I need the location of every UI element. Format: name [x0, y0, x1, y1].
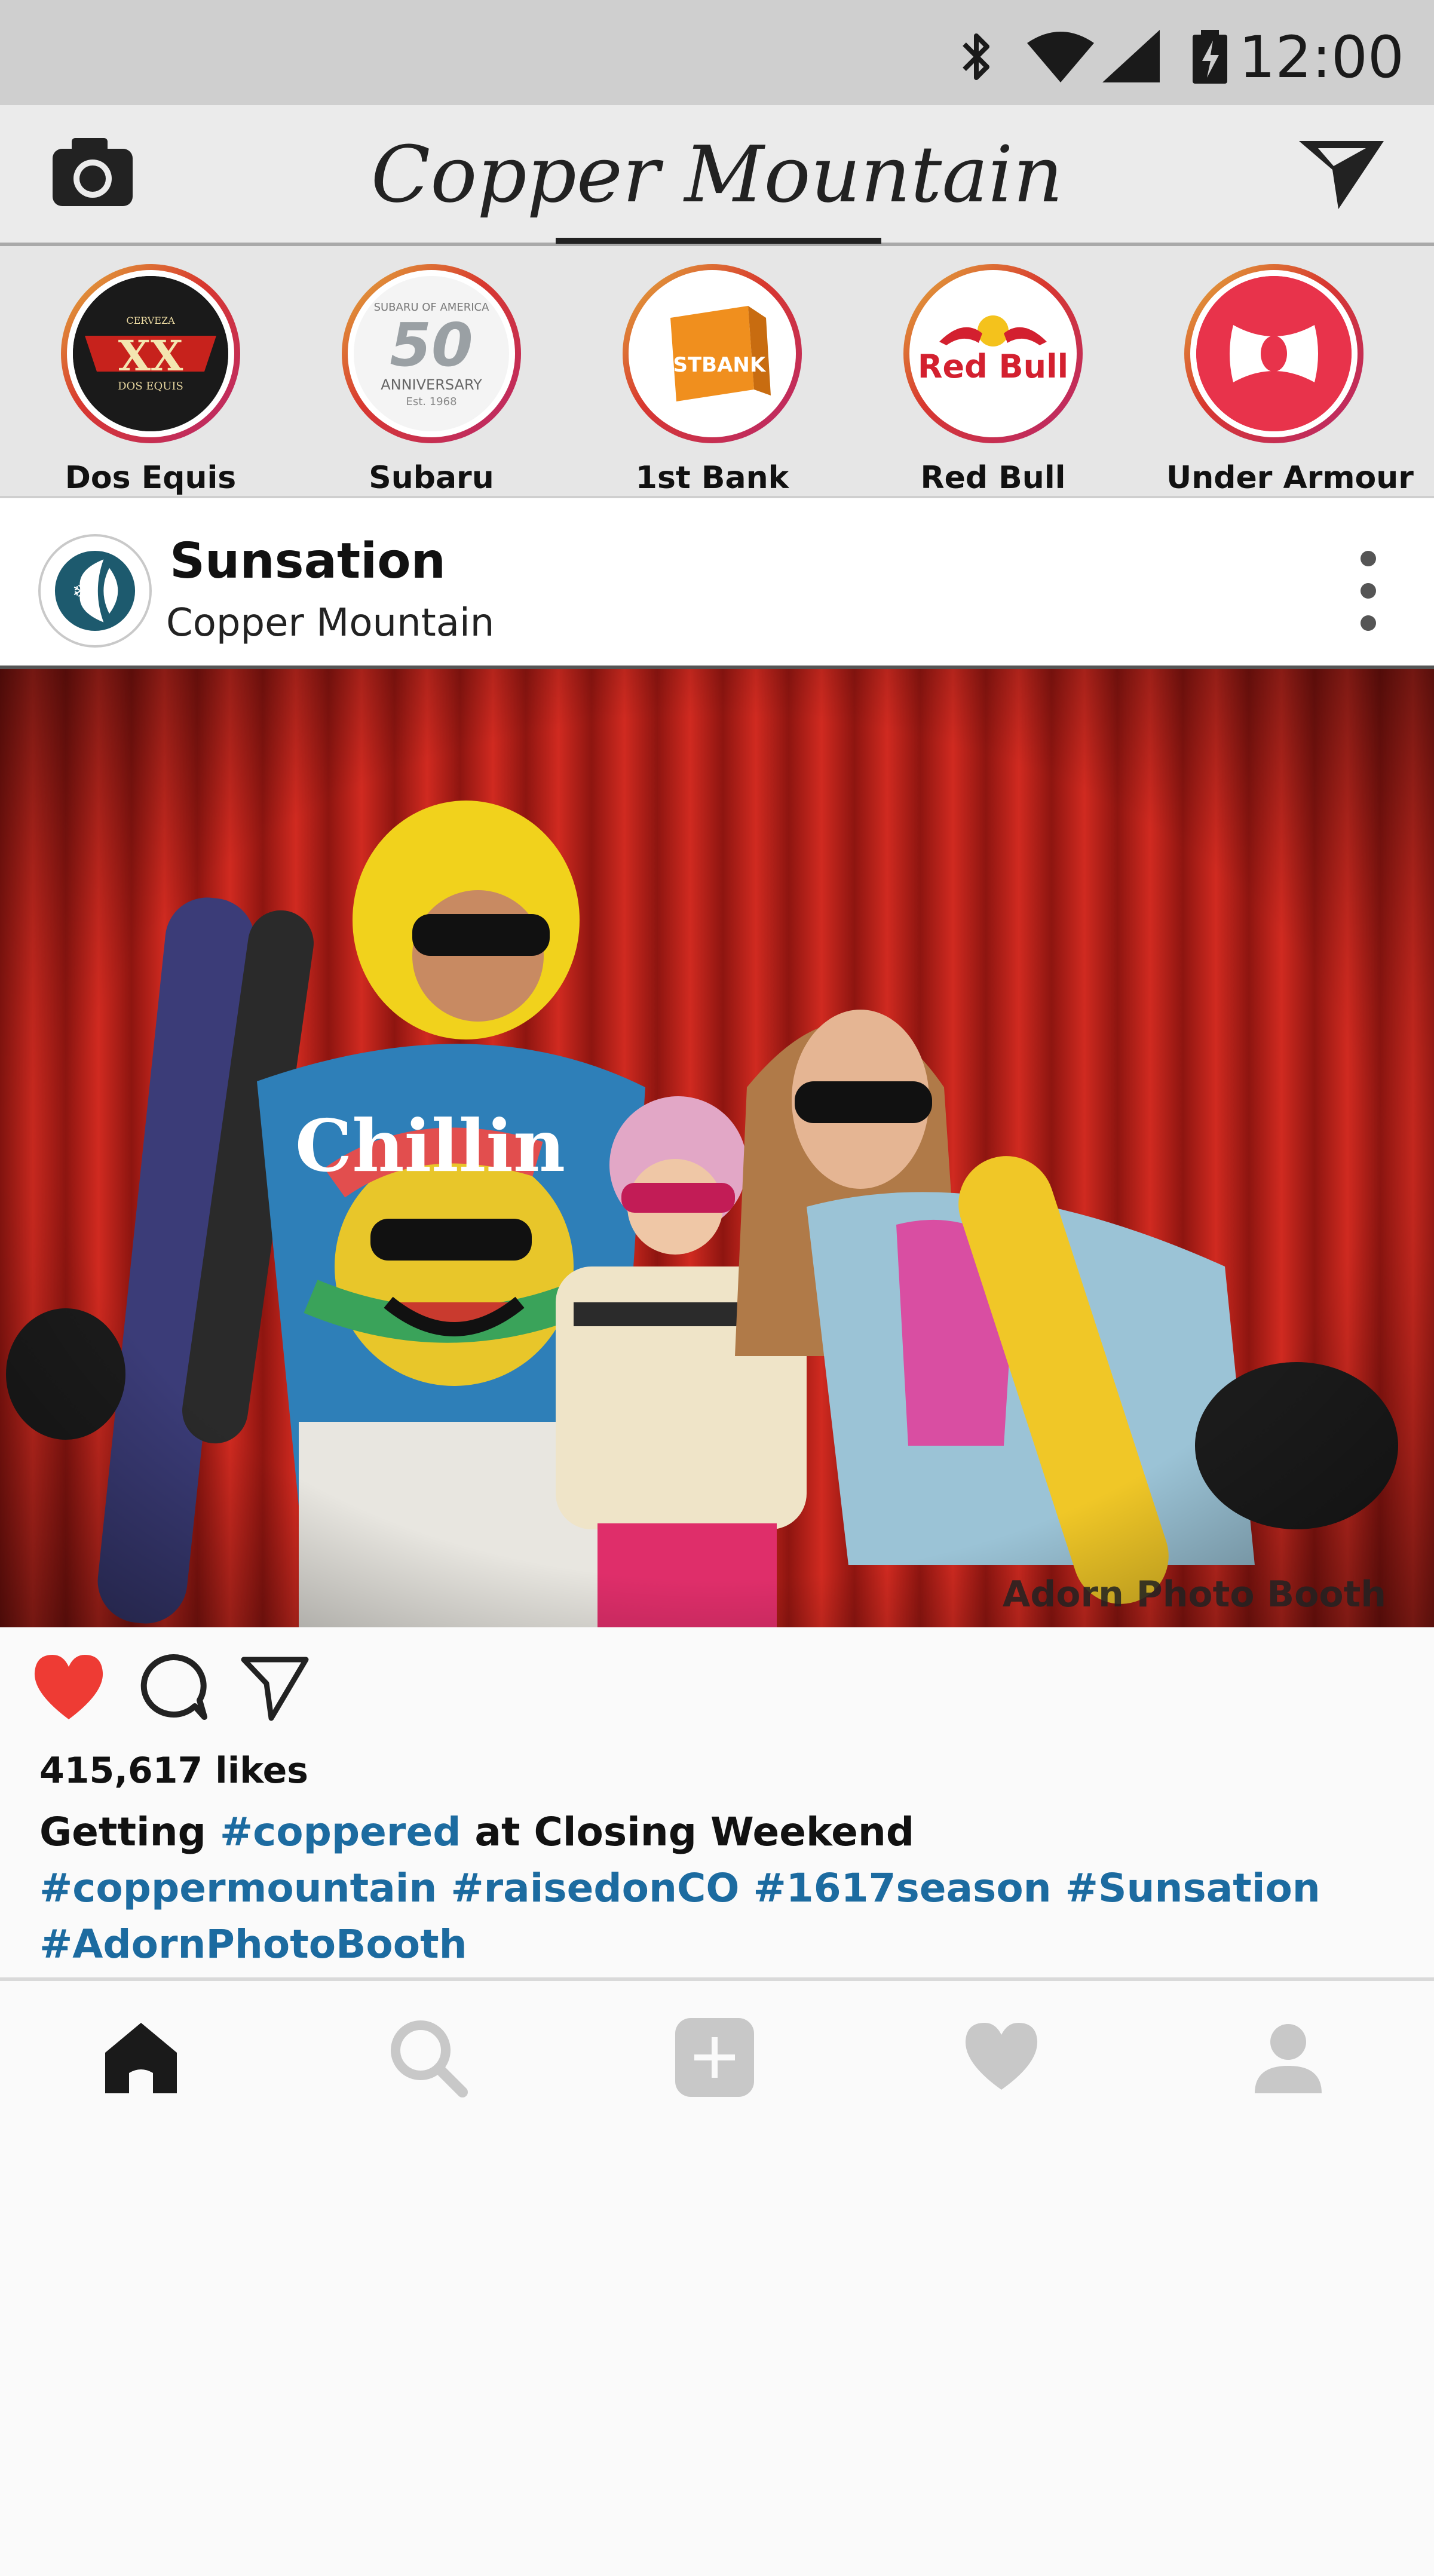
signal-icon — [1102, 30, 1160, 82]
activity-heart-icon[interactable] — [960, 2016, 1043, 2099]
post-header: ❄ Sunsation Copper Mountain — [0, 498, 1434, 669]
story-subaru[interactable]: SUBARU OF AMERICA 50 ANNIVERSARY Est. 19… — [324, 264, 539, 496]
like-heart-icon[interactable] — [30, 1651, 108, 1723]
stories-bar: XX CERVEZA DOS EQUIS Dos Equis SUBARU OF… — [0, 246, 1434, 498]
hashtag-link[interactable]: #coppermountain #raisedonCO #1617season … — [39, 1865, 1320, 1911]
story-label: Under Armour — [1166, 460, 1414, 496]
wifi-icon — [1027, 32, 1094, 82]
bottom-nav — [0, 1977, 1434, 2151]
story-1st-bank[interactable]: 1STBANK 1st Bank — [605, 264, 820, 496]
story-dos-equis[interactable]: XX CERVEZA DOS EQUIS Dos Equis — [43, 264, 258, 496]
svg-text:50: 50 — [390, 310, 473, 380]
story-under-armour[interactable]: Under Armour — [1166, 264, 1414, 496]
title-underline — [556, 238, 881, 244]
app-header: Copper Mountain — [0, 105, 1434, 246]
svg-text:XX: XX — [118, 331, 183, 381]
add-post-icon[interactable] — [673, 2016, 756, 2099]
avatar[interactable]: ❄ — [38, 534, 152, 648]
svg-text:1STBANK: 1STBANK — [659, 353, 767, 377]
battery-charging-icon — [1193, 30, 1227, 84]
post-location[interactable]: Copper Mountain — [166, 601, 494, 645]
story-red-bull[interactable]: Red Bull Red Bull — [885, 264, 1101, 496]
svg-text:ANNIVERSARY: ANNIVERSARY — [381, 376, 482, 393]
comment-icon[interactable] — [137, 1651, 209, 1723]
like-count[interactable]: 415,617 likes — [39, 1750, 308, 1792]
svg-text:❄: ❄ — [72, 579, 90, 603]
story-label: Red Bull — [920, 460, 1066, 496]
under-armour-logo — [1196, 276, 1352, 431]
share-icon[interactable] — [239, 1651, 311, 1723]
hashtag-link[interactable]: #AdornPhotoBooth — [39, 1921, 467, 1967]
dos-equis-logo: XX CERVEZA DOS EQUIS — [73, 276, 228, 431]
photo-watermark: Adorn Photo Booth — [1002, 1574, 1386, 1615]
svg-text:Red Bull: Red Bull — [918, 348, 1068, 385]
post-photo[interactable]: Chillin Adorn Photo Booth — [0, 669, 1434, 1627]
caption-text: at Closing Weekend — [461, 1809, 915, 1855]
photo-image: Chillin — [0, 669, 1434, 1627]
status-bar: 12:00 — [0, 0, 1434, 105]
svg-text:Est. 1968: Est. 1968 — [406, 395, 456, 408]
story-label: Dos Equis — [65, 460, 237, 496]
post-username[interactable]: Sunsation — [170, 533, 446, 590]
status-time: 12:00 — [1239, 24, 1404, 91]
story-label: Subaru — [369, 460, 494, 496]
svg-text:DOS EQUIS: DOS EQUIS — [118, 380, 183, 392]
home-icon[interactable] — [99, 2016, 183, 2099]
send-icon[interactable] — [1297, 135, 1386, 213]
hashtag-link[interactable]: #coppered — [220, 1809, 461, 1855]
subaru-50th-logo: SUBARU OF AMERICA 50 ANNIVERSARY Est. 19… — [354, 276, 509, 431]
page-title: Copper Mountain — [370, 129, 1064, 220]
search-icon[interactable] — [386, 2016, 470, 2099]
red-bull-logo: Red Bull — [915, 276, 1071, 431]
svg-text:CERVEZA: CERVEZA — [126, 315, 175, 326]
1st-bank-logo: 1STBANK — [635, 276, 790, 431]
bluetooth-icon — [963, 33, 989, 80]
profile-icon[interactable] — [1246, 2016, 1330, 2099]
more-options-icon[interactable] — [1356, 551, 1380, 640]
caption-text: Getting — [39, 1809, 220, 1855]
post-caption: Getting #coppered at Closing Weekend #co… — [39, 1804, 1384, 1973]
story-label: 1st Bank — [635, 460, 789, 496]
